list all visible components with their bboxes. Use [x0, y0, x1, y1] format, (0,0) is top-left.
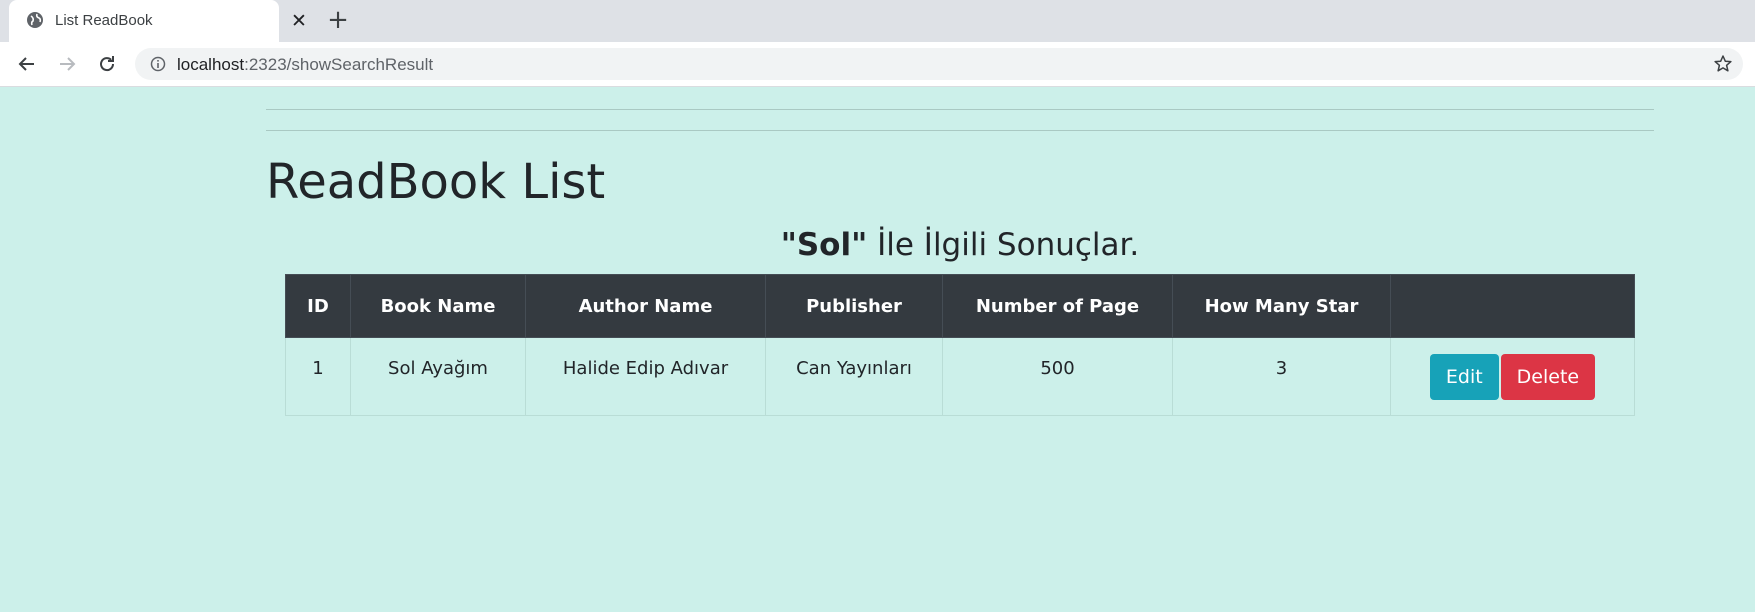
tab-title: List ReadBook	[55, 12, 153, 29]
column-header-author-name: Author Name	[525, 274, 766, 338]
browser-toolbar: localhost:2323/showSearchResult	[0, 42, 1755, 87]
search-result-suffix: İle İlgili Sonuçlar.	[867, 227, 1140, 263]
table-row: 1 Sol Ayağım Halide Edip Adıvar Can Yayı…	[285, 337, 1635, 416]
cell-actions: Edit Delete	[1390, 337, 1635, 416]
column-header-how-many-star: How Many Star	[1172, 274, 1391, 338]
column-header-id: ID	[285, 274, 351, 338]
column-header-publisher: Publisher	[765, 274, 943, 338]
reload-icon[interactable]	[95, 52, 119, 76]
forward-arrow-icon[interactable]	[55, 52, 79, 76]
url-path: :2323/showSearchResult	[244, 55, 434, 74]
cell-id: 1	[285, 337, 351, 416]
column-header-book-name: Book Name	[350, 274, 526, 338]
cell-pages: 500	[942, 337, 1173, 416]
new-tab-icon[interactable]: +	[324, 6, 352, 34]
column-header-number-of-page: Number of Page	[942, 274, 1173, 338]
address-bar[interactable]: localhost:2323/showSearchResult	[135, 48, 1743, 80]
search-term: "Sol"	[780, 227, 868, 263]
cell-author-name: Halide Edip Adıvar	[525, 337, 766, 416]
url-host: localhost	[177, 55, 245, 74]
divider	[266, 109, 1654, 110]
page-title: ReadBook List	[266, 154, 606, 210]
cell-book-name: Sol Ayağım	[350, 337, 526, 416]
column-header-actions	[1390, 274, 1635, 338]
search-result-heading: "Sol" İle İlgili Sonuçlar.	[266, 222, 1654, 268]
globe-icon	[27, 12, 43, 28]
cell-stars: 3	[1172, 337, 1391, 416]
close-tab-icon[interactable]: ✕	[287, 9, 311, 33]
bookmark-star-icon[interactable]	[1713, 54, 1733, 74]
edit-button[interactable]: Edit	[1429, 354, 1499, 400]
table-header-row: ID Book Name Author Name Publisher Numbe…	[285, 274, 1635, 338]
books-table: ID Book Name Author Name Publisher Numbe…	[285, 274, 1635, 416]
browser-tab[interactable]: List ReadBook ✕	[9, 0, 307, 42]
delete-button[interactable]: Delete	[1500, 354, 1596, 400]
browser-tabstrip: List ReadBook ✕ +	[0, 0, 1755, 42]
back-arrow-icon[interactable]	[15, 52, 39, 76]
cell-publisher: Can Yayınları	[765, 337, 943, 416]
divider	[266, 130, 1654, 131]
url-text[interactable]: localhost:2323/showSearchResult	[177, 55, 433, 75]
info-icon[interactable]	[150, 56, 166, 72]
